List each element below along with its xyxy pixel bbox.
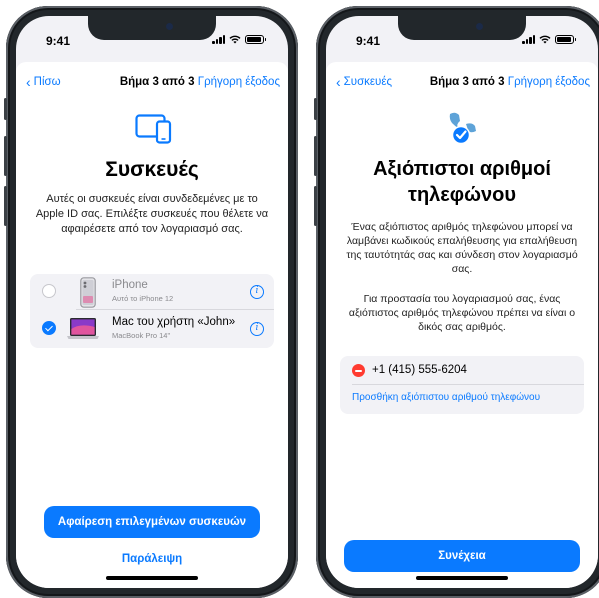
step-indicator: Βήμα 3 από 3 Γρήγορη έξοδος: [120, 76, 280, 88]
screen: 9:41 ‹ Πίσω Βήμα 3 από 3 Γρήγορη έξοδος: [16, 16, 288, 588]
device-name: Mac του χρήστη «John»: [112, 316, 236, 328]
macbook-icon: [67, 318, 99, 339]
device-subtitle: Αυτό το iPhone 12: [112, 294, 174, 303]
remove-selected-devices-button[interactable]: Αφαίρεση επιλεγμένων συσκευών: [44, 506, 260, 538]
quick-exit-link[interactable]: Γρήγορη έξοδος: [198, 76, 280, 88]
page-description-security: Για προστασία του λογαριασμού σας, ένας …: [348, 293, 576, 333]
volume-down-button: [314, 186, 317, 226]
row-separator: [76, 309, 274, 310]
front-camera: [476, 23, 483, 30]
back-button[interactable]: ‹ Πίσω: [26, 74, 61, 90]
home-indicator[interactable]: [106, 576, 198, 580]
device-subtitle: MacBook Pro 14": [112, 331, 171, 340]
cellular-signal-icon: [522, 35, 535, 44]
mute-switch: [4, 98, 7, 120]
step-label: Βήμα 3 από 3: [119, 76, 195, 88]
quick-exit-link[interactable]: Γρήγορη έξοδος: [508, 76, 590, 88]
device-row-mac[interactable]: Mac του χρήστη «John» MacBook Pro 14" i: [30, 311, 274, 347]
page-title-line1: Αξιόπιστοι αριθμοί: [373, 158, 551, 180]
phone-frame-trusted-numbers: 9:41 ‹ Συσκευές Βήμα 3 από 3 Γρήγορη έξο…: [314, 6, 599, 598]
device-list: iPhone Αυτό το iPhone 12 i Mac του χρήστ…: [30, 274, 274, 348]
step-indicator: Βήμα 3 από 3 Γρήγορη έξοδος: [430, 76, 590, 88]
notch: [88, 16, 216, 40]
chevron-left-icon: ‹: [26, 74, 31, 90]
skip-button[interactable]: Παράλειψη: [16, 553, 288, 565]
volume-up-button: [314, 136, 317, 176]
battery-icon: [245, 35, 266, 44]
page-title-line2: τηλεφώνου: [408, 184, 516, 206]
front-camera: [166, 23, 173, 30]
phone-frame-devices: 9:41 ‹ Πίσω Βήμα 3 από 3 Γρήγορη έξοδος: [4, 6, 298, 598]
device-radio[interactable]: [42, 284, 56, 298]
device-radio-checked[interactable]: [42, 321, 56, 335]
battery-icon: [555, 35, 576, 44]
page-description: Ένας αξιόπιστος αριθμός τηλεφώνου μπορεί…: [346, 221, 578, 275]
back-label: Συσκευές: [343, 76, 393, 88]
continue-button[interactable]: Συνέχεια: [344, 540, 580, 572]
trusted-number-row[interactable]: +1 (415) 555-6204: [340, 356, 584, 385]
page-title: Συσκευές: [105, 158, 199, 181]
status-time: 9:41: [356, 34, 381, 48]
home-indicator[interactable]: [416, 576, 508, 580]
nav-bar: ‹ Πίσω Βήμα 3 από 3 Γρήγορη έξοδος: [26, 74, 280, 92]
status-icons: [522, 35, 576, 44]
nav-bar: ‹ Συσκευές Βήμα 3 από 3 Γρήγορη έξοδος: [336, 74, 590, 92]
chevron-left-icon: ‹: [336, 74, 341, 90]
status-time: 9:41: [46, 34, 71, 48]
add-trusted-number-link[interactable]: Προσθήκη αξιόπιστου αριθμού τηλεφώνου: [352, 392, 540, 403]
notch: [398, 16, 526, 40]
devices-sheet: ‹ Πίσω Βήμα 3 από 3 Γρήγορη έξοδος Συσκε…: [16, 62, 288, 588]
back-button[interactable]: ‹ Συσκευές: [336, 74, 393, 90]
status-icons: [212, 35, 266, 44]
info-icon[interactable]: i: [250, 322, 264, 336]
wifi-icon: [229, 35, 241, 44]
iphone-icon: [80, 277, 96, 308]
phone-number: +1 (415) 555-6204: [372, 364, 467, 376]
info-icon[interactable]: i: [250, 285, 264, 299]
screen: 9:41 ‹ Συσκευές Βήμα 3 από 3 Γρήγορη έξο…: [326, 16, 598, 588]
mute-switch: [314, 98, 317, 120]
volume-up-button: [4, 136, 7, 176]
cellular-signal-icon: [212, 35, 225, 44]
trusted-number-list: +1 (415) 555-6204 Προσθήκη αξιόπιστου αρ…: [340, 356, 584, 414]
row-separator: [352, 384, 584, 385]
device-name: iPhone: [112, 279, 148, 291]
back-label: Πίσω: [33, 76, 61, 88]
volume-down-button: [4, 186, 7, 226]
step-label: Βήμα 3 από 3: [429, 76, 505, 88]
remove-icon[interactable]: [352, 364, 365, 377]
page-description: Αυτές οι συσκευές είναι συνδεδεμένες με …: [35, 193, 269, 235]
trusted-numbers-sheet: ‹ Συσκευές Βήμα 3 από 3 Γρήγορη έξοδος Α…: [326, 62, 598, 588]
device-row-iphone[interactable]: iPhone Αυτό το iPhone 12 i: [30, 274, 274, 310]
trusted-phone-icon: [449, 112, 476, 145]
wifi-icon: [539, 35, 551, 44]
devices-icon: [135, 114, 172, 144]
